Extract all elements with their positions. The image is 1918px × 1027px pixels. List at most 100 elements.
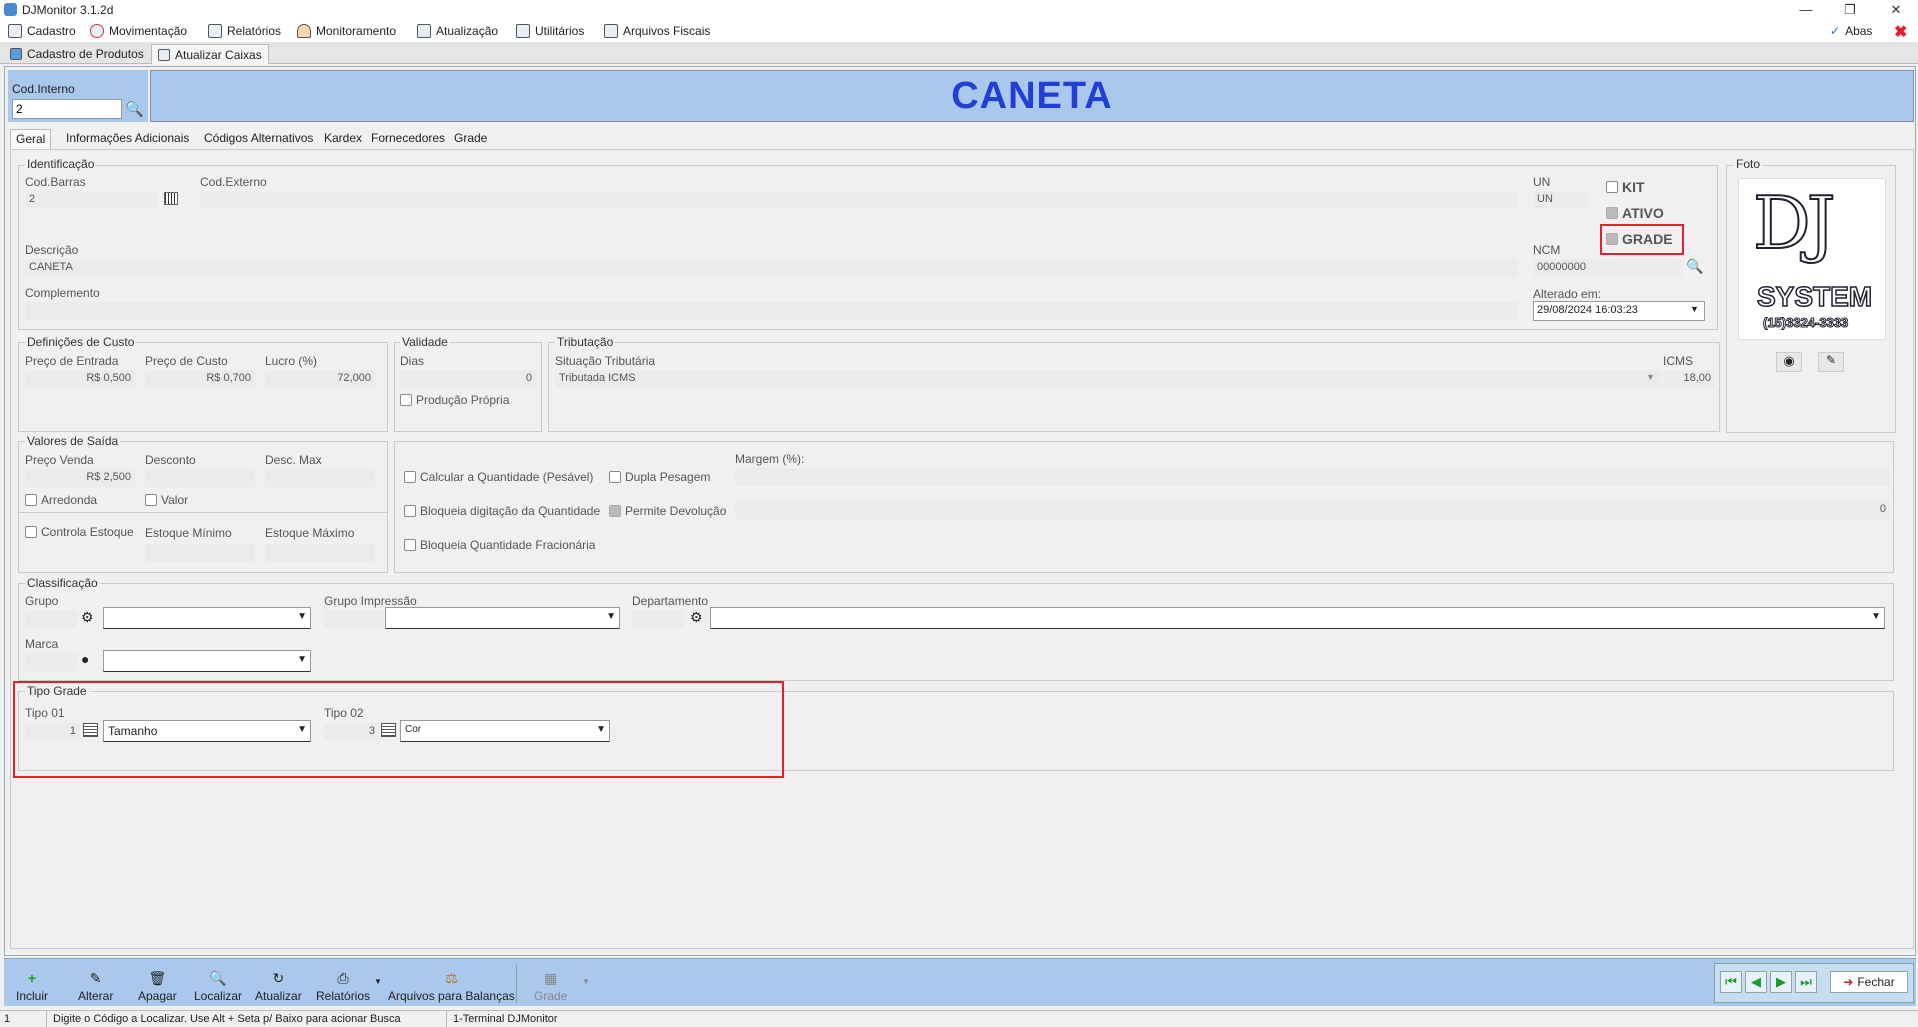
departamento-code-field[interactable] bbox=[632, 610, 684, 628]
marca-lookup-icon[interactable]: ● bbox=[81, 651, 89, 667]
margem-field-2[interactable]: 0 bbox=[735, 501, 1890, 519]
grupo-impressao-code-field[interactable] bbox=[324, 610, 384, 628]
cod-interno-input[interactable] bbox=[12, 99, 122, 119]
camera-icon[interactable]: ◉ bbox=[1776, 352, 1802, 372]
lucro-field[interactable]: 72,000 bbox=[265, 370, 375, 388]
kit-checkbox[interactable]: KIT bbox=[1606, 179, 1645, 195]
grade-button[interactable]: ▦ Grade bbox=[534, 963, 567, 1005]
menu-atualizacao[interactable]: Atualização bbox=[417, 23, 498, 39]
tipo02-select[interactable]: Cor ▼ bbox=[400, 720, 610, 742]
alterado-datetime-field[interactable]: 29/08/2024 16:03:23 bbox=[1533, 301, 1705, 321]
calcular-quantidade-checkbox[interactable]: Calcular a Quantidade (Pesável) bbox=[404, 470, 593, 484]
barcode-icon[interactable] bbox=[164, 192, 178, 205]
tipo01-list-icon[interactable] bbox=[83, 723, 98, 737]
tab-fornecedores[interactable]: Fornecedores bbox=[366, 129, 450, 149]
dias-field[interactable]: 0 bbox=[400, 370, 536, 388]
tipo02-code-field[interactable]: 3 bbox=[324, 723, 379, 741]
grupo-code-field[interactable] bbox=[25, 610, 77, 628]
tab-geral[interactable]: Geral bbox=[10, 129, 52, 149]
tab-grade[interactable]: Grade bbox=[449, 129, 492, 149]
close-all-tabs-icon[interactable]: ✖ bbox=[1894, 22, 1907, 42]
close-icon[interactable]: ✕ bbox=[1876, 0, 1916, 20]
marca-code-field[interactable] bbox=[25, 653, 77, 671]
next-record-icon[interactable]: ▶ bbox=[1770, 971, 1792, 993]
margem-field-1[interactable] bbox=[735, 468, 1890, 486]
bloqueia-fracionaria-checkbox[interactable]: Bloqueia Quantidade Fracionária bbox=[404, 538, 595, 552]
menu-relatorios[interactable]: Relatórios bbox=[208, 23, 281, 39]
preco-entrada-field[interactable]: R$ 0,500 bbox=[25, 370, 135, 388]
menu-monitoramento[interactable]: Monitoramento bbox=[297, 23, 396, 39]
marca-select[interactable]: ▼ bbox=[103, 650, 311, 672]
ativo-check[interactable] bbox=[1606, 207, 1618, 219]
un-field[interactable]: UN bbox=[1533, 191, 1588, 209]
controla-estoque-check[interactable] bbox=[25, 526, 37, 538]
grupo-impressao-select[interactable]: ▼ bbox=[385, 607, 620, 629]
estoque-minimo-field[interactable] bbox=[145, 544, 255, 562]
cod-externo-field[interactable] bbox=[200, 191, 1518, 209]
minimize-icon[interactable]: — bbox=[1786, 0, 1826, 20]
departamento-lookup-icon[interactable]: ⚙ bbox=[690, 609, 703, 626]
ncm-field[interactable]: 00000000 bbox=[1533, 259, 1683, 277]
preco-venda-field[interactable]: R$ 2,500 bbox=[25, 469, 135, 487]
relatorios-button[interactable]: ⎙ Relatórios bbox=[316, 963, 370, 1005]
cod-barras-field[interactable]: 2 bbox=[25, 191, 158, 209]
dupla-check[interactable] bbox=[609, 471, 621, 483]
restore-icon[interactable]: ❐ bbox=[1830, 0, 1870, 20]
previous-record-icon[interactable]: ◀ bbox=[1745, 971, 1767, 993]
tipo01-code-field[interactable]: 1 bbox=[25, 723, 80, 741]
desc-max-field[interactable] bbox=[265, 469, 375, 487]
tab-informacoes-adicionais[interactable]: Informações Adicionais bbox=[61, 129, 194, 149]
preco-custo-field[interactable]: R$ 0,700 bbox=[145, 370, 255, 388]
bloqueia-digitacao-checkbox[interactable]: Bloqueia digitação da Quantidade bbox=[404, 504, 600, 518]
last-record-icon[interactable]: ⏭ bbox=[1795, 971, 1817, 993]
tab-codigos-alternativos[interactable]: Códigos Alternativos bbox=[199, 129, 318, 149]
tab-kardex[interactable]: Kardex bbox=[319, 129, 367, 149]
ncm-search-icon[interactable]: 🔍 bbox=[1686, 258, 1703, 275]
situacao-chevron-down-icon[interactable]: ▼ bbox=[1646, 372, 1655, 382]
eraser-icon[interactable]: ✎ bbox=[1818, 352, 1844, 372]
arredonda-check[interactable] bbox=[25, 494, 37, 506]
search-icon[interactable]: 🔍 bbox=[125, 100, 144, 118]
grade-check[interactable] bbox=[1606, 233, 1618, 245]
estoque-maximo-field[interactable] bbox=[265, 544, 375, 562]
fechar-button[interactable]: ➜ Fechar bbox=[1830, 971, 1908, 993]
menu-arquivos-fiscais[interactable]: Arquivos Fiscais bbox=[604, 23, 710, 39]
incluir-button[interactable]: + Incluir bbox=[16, 963, 48, 1005]
bloqueia-dig-check[interactable] bbox=[404, 505, 416, 517]
desconto-field[interactable] bbox=[145, 469, 255, 487]
datetime-chevron-down-icon[interactable]: ▼ bbox=[1690, 304, 1699, 314]
arredonda-checkbox[interactable]: Arredonda bbox=[25, 493, 97, 507]
permite-dev-check[interactable] bbox=[609, 505, 621, 517]
arquivos-balancas-button[interactable]: ⚖ Arquivos para Balanças bbox=[388, 963, 515, 1005]
menu-utilitarios[interactable]: Utilitários bbox=[516, 23, 584, 39]
tipo02-list-icon[interactable] bbox=[381, 723, 396, 737]
valor-check[interactable] bbox=[145, 494, 157, 506]
grupo-select[interactable]: ▼ bbox=[103, 607, 311, 629]
menu-abas[interactable]: ✓ Abas bbox=[1830, 23, 1872, 39]
tab-cadastro-produtos[interactable]: Cadastro de Produtos bbox=[4, 44, 150, 64]
menu-cadastro[interactable]: Cadastro bbox=[8, 23, 76, 39]
departamento-select[interactable]: ▼ bbox=[710, 607, 1885, 629]
alterar-button[interactable]: ✎ Alterar bbox=[78, 963, 113, 1005]
producao-propria-check[interactable] bbox=[400, 394, 412, 406]
grade-checkbox[interactable]: GRADE bbox=[1606, 231, 1673, 247]
grade-chevron-down-icon[interactable]: ▼ bbox=[582, 977, 590, 986]
descricao-field[interactable]: CANETA bbox=[25, 259, 1518, 277]
relatorios-chevron-down-icon[interactable]: ▼ bbox=[374, 977, 382, 986]
icms-field[interactable]: 18,00 bbox=[1663, 370, 1715, 388]
permite-devolucao-checkbox[interactable]: Permite Devolução bbox=[609, 504, 726, 518]
calcular-check[interactable] bbox=[404, 471, 416, 483]
first-record-icon[interactable]: ⏮ bbox=[1720, 971, 1742, 993]
tab-atualizar-caixas[interactable]: Atualizar Caixas bbox=[151, 44, 269, 64]
producao-propria-checkbox[interactable]: Produção Própria bbox=[400, 393, 509, 407]
tipo01-select[interactable]: Tamanho ▼ bbox=[103, 720, 311, 742]
situacao-tributaria-select[interactable]: Tributada ICMS bbox=[555, 370, 1661, 388]
menu-movimentacao[interactable]: Movimentação bbox=[90, 23, 187, 39]
bloqueia-frac-check[interactable] bbox=[404, 539, 416, 551]
valor-checkbox[interactable]: Valor bbox=[145, 493, 188, 507]
localizar-button[interactable]: 🔍 Localizar bbox=[194, 963, 242, 1005]
kit-check[interactable] bbox=[1606, 181, 1618, 193]
apagar-button[interactable]: 🗑 Apagar bbox=[138, 963, 177, 1005]
ativo-checkbox[interactable]: ATIVO bbox=[1606, 205, 1664, 221]
grupo-lookup-icon[interactable]: ⚙ bbox=[81, 609, 94, 626]
